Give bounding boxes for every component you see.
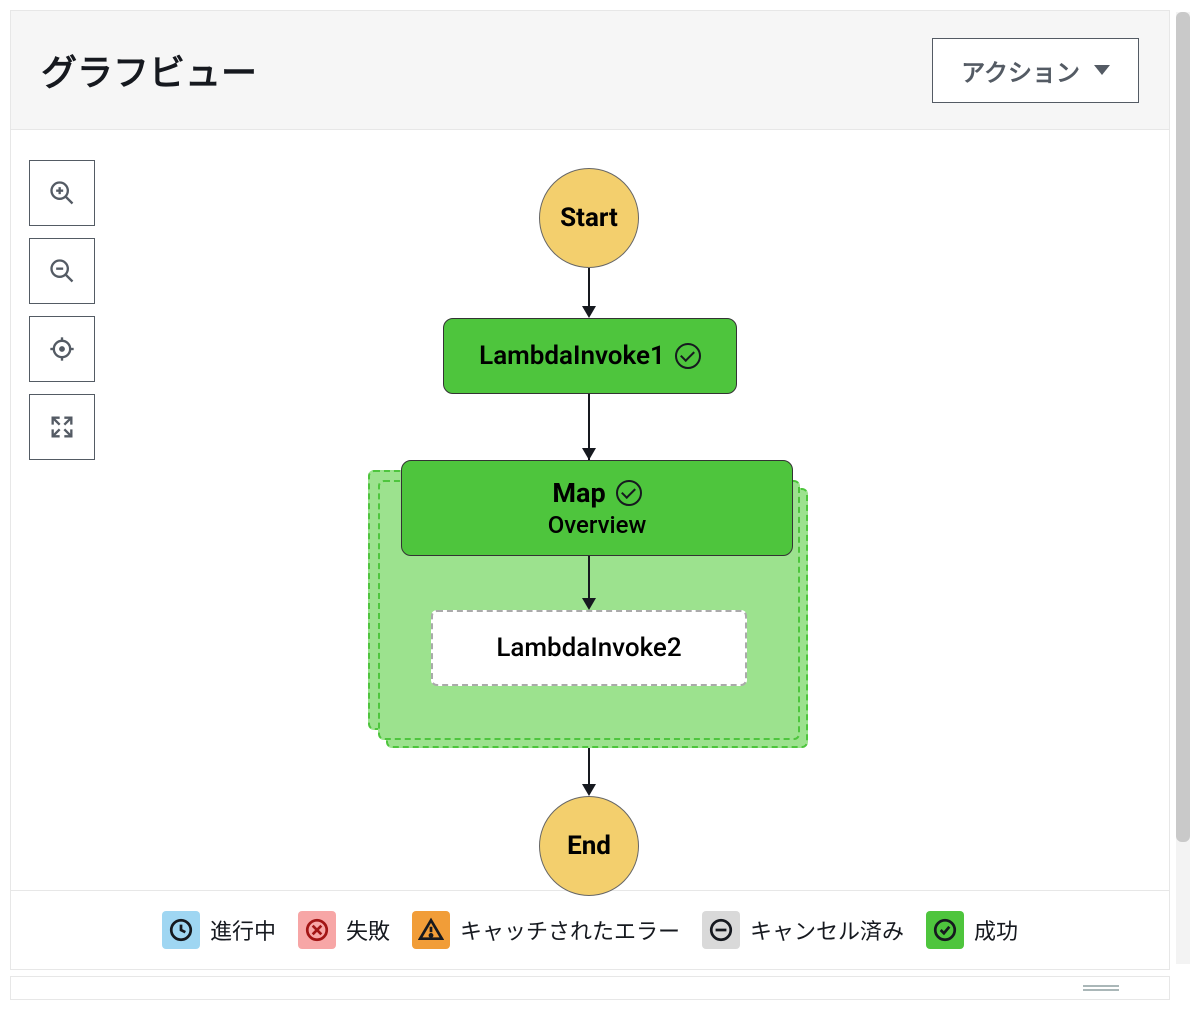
cancel-icon (702, 911, 740, 949)
grip-icon (1083, 985, 1119, 991)
legend-caught-label: キャッチされたエラー (460, 914, 680, 946)
error-icon (298, 911, 336, 949)
warning-icon (412, 911, 450, 949)
success-check-icon (616, 480, 642, 506)
map-title: Map (552, 477, 605, 509)
state-map[interactable]: Map Overview (401, 460, 793, 556)
arrow-head-icon (582, 448, 596, 460)
start-node[interactable]: Start (539, 168, 639, 268)
graph-canvas[interactable]: Start LambdaInvoke1 Map Overview (10, 130, 1170, 890)
legend-cancelled-label: キャンセル済み (750, 914, 904, 946)
legend-failed-label: 失敗 (346, 914, 390, 946)
legend-success: 成功 (926, 911, 1018, 949)
scrollbar-thumb[interactable] (1176, 12, 1190, 842)
page-title: グラフビュー (41, 44, 257, 96)
clock-icon (162, 911, 200, 949)
legend-cancelled: キャンセル済み (702, 911, 904, 949)
arrow-head-icon (582, 784, 596, 796)
legend-inprogress-label: 進行中 (210, 914, 276, 946)
success-icon (926, 911, 964, 949)
start-label: Start (560, 203, 618, 233)
map-subtitle: Overview (548, 511, 647, 539)
actions-label: アクション (961, 53, 1080, 88)
state2-label: LambdaInvoke2 (496, 633, 681, 663)
success-check-icon (675, 343, 701, 369)
arrow-head-icon (582, 598, 596, 610)
legend-success-label: 成功 (974, 914, 1018, 946)
vertical-scrollbar[interactable] (1176, 12, 1190, 964)
caret-down-icon (1094, 65, 1110, 75)
end-node[interactable]: End (539, 796, 639, 896)
end-label: End (567, 831, 611, 861)
state-lambdainvoke2[interactable]: LambdaInvoke2 (431, 610, 747, 686)
edge-start-to-state1 (588, 268, 590, 308)
graph-view-header: グラフビュー アクション (10, 10, 1170, 130)
legend-caught: キャッチされたエラー (412, 911, 680, 949)
legend-inprogress: 進行中 (162, 911, 276, 949)
actions-dropdown-button[interactable]: アクション (932, 38, 1139, 103)
status-legend: 進行中 失敗 キャッチされたエラー キャンセル済み 成功 (10, 890, 1170, 970)
arrow-head-icon (582, 306, 596, 318)
resize-handle-bar[interactable] (10, 976, 1170, 1000)
state-machine-graph: Start LambdaInvoke1 Map Overview (11, 130, 1169, 890)
state1-label: LambdaInvoke1 (479, 341, 665, 371)
state-lambdainvoke1[interactable]: LambdaInvoke1 (443, 318, 737, 394)
legend-failed: 失敗 (298, 911, 390, 949)
